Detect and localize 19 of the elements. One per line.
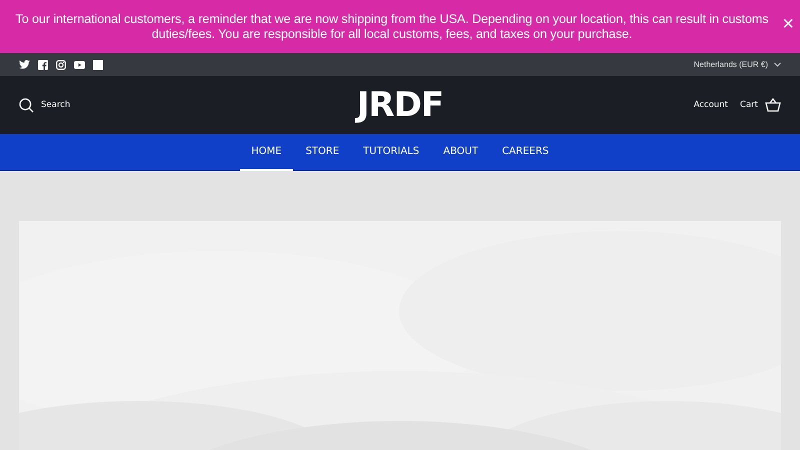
search-button[interactable]: Search: [19, 98, 70, 112]
twitter-icon[interactable]: [19, 60, 30, 69]
instagram-icon[interactable]: [56, 60, 66, 70]
announcement-text: To our international customers, a reminder that we are now shipping from the USA. Depending on your location, this can result in customs duties/fees. You are responsible for all local customs, fees, and taxes on your purchase.: [14, 12, 770, 42]
nav-tab[interactable]: STORE: [294, 134, 350, 171]
nav-tab[interactable]: TUTORIALS: [352, 134, 430, 171]
basket-icon: [765, 98, 781, 112]
nav-tab[interactable]: ABOUT: [432, 134, 490, 171]
cart-button[interactable]: Cart: [740, 98, 781, 112]
chevron-down-icon: [774, 62, 781, 67]
logo[interactable]: JRDF: [356, 85, 444, 125]
search-icon: [19, 98, 34, 112]
youtube-icon[interactable]: [74, 60, 85, 68]
account-link[interactable]: Account: [694, 100, 728, 110]
nav-tab[interactable]: CAREERS: [491, 134, 560, 171]
close-button[interactable]: ×: [782, 14, 794, 34]
currency-selector[interactable]: Netherlands (EUR €): [694, 60, 781, 69]
facebook-icon[interactable]: [38, 60, 48, 70]
social-icon[interactable]: [93, 60, 103, 70]
